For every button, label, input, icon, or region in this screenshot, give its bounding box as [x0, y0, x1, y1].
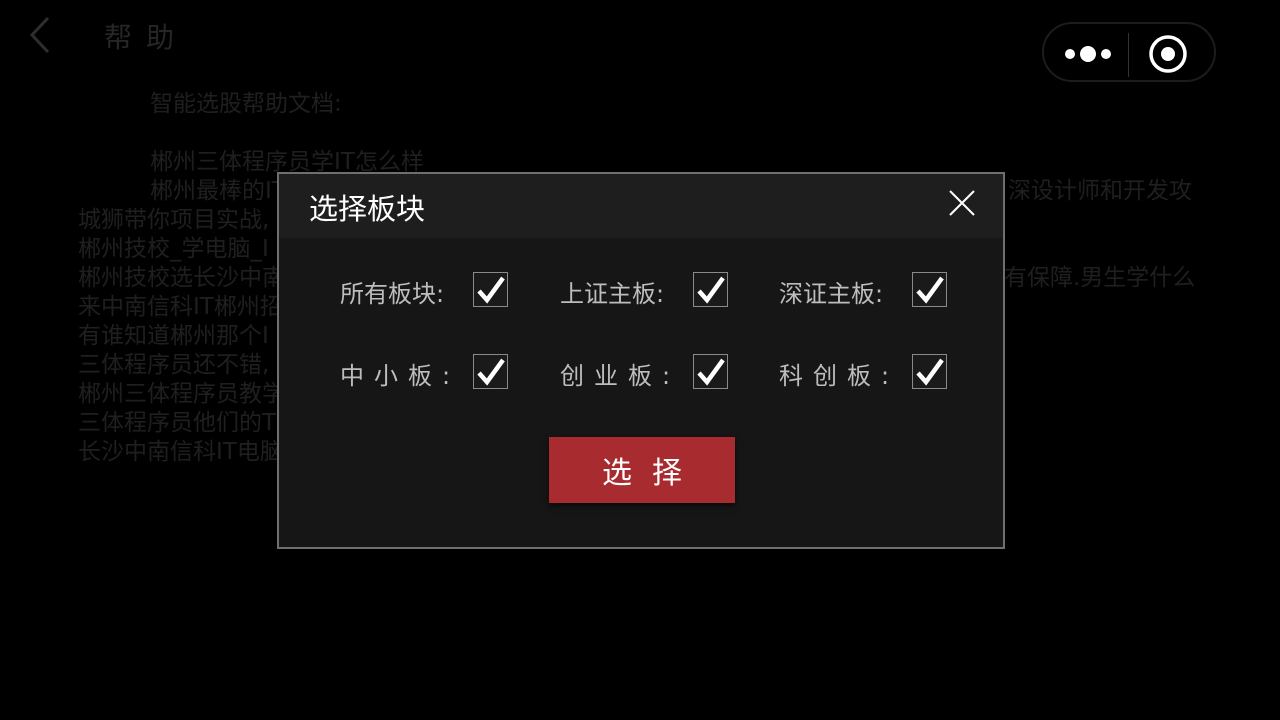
checkmark-icon — [477, 358, 505, 386]
help-page: 帮助 智能选股帮助文档: 郴州三体程序员学IT怎么样 郴州最棒的IT 深设计师和… — [0, 0, 1280, 720]
doc-line: 三体程序员他们的T — [78, 410, 277, 436]
checkbox-sme-board[interactable] — [473, 354, 508, 389]
checkmark-icon — [697, 276, 725, 304]
checkbox-star-board[interactable] — [912, 354, 947, 389]
doc-line: 郴州技校选长沙中南 — [78, 265, 285, 291]
doc-line: 郴州三体程序员教学 — [78, 381, 285, 407]
dialog-header: 选择板块 — [279, 174, 1003, 238]
doc-line: 郴州最棒的IT — [150, 178, 286, 204]
checkbox-chinext-board[interactable] — [693, 354, 728, 389]
doc-line: 深设计师和开发攻 — [1008, 178, 1192, 204]
option-sme-board: 中小板: — [340, 354, 520, 392]
option-all-boards: 所有板块: — [340, 272, 520, 310]
doc-line: 城狮带你项目实战, — [78, 207, 270, 233]
option-label: 科创板: — [779, 362, 900, 390]
checkmark-icon — [916, 358, 944, 386]
doc-line: 长沙中南信科IT电脑 — [78, 439, 283, 465]
capsule-divider — [1128, 33, 1129, 77]
option-star-board: 科创板: — [779, 354, 959, 392]
doc-line: 来中南信科IT郴州招 — [78, 294, 283, 320]
option-label: 深证主板: — [779, 280, 884, 308]
select-board-dialog: 选择板块 所有板块: 上证主板: 深证主板: 中小板: 创业板: 科创板: 选择 — [277, 172, 1005, 549]
option-chinext-board: 创业板: — [560, 354, 740, 392]
checkmark-icon — [697, 358, 725, 386]
option-sz-main-board: 深证主板: — [779, 272, 959, 310]
close-miniprogram-button[interactable] — [1130, 24, 1214, 80]
option-label: 创业板: — [560, 362, 681, 390]
chevron-left-icon — [29, 16, 50, 54]
page-title: 帮助 — [104, 21, 189, 54]
close-icon — [949, 190, 975, 216]
select-button[interactable]: 选择 — [549, 437, 735, 503]
mini-program-capsule — [1042, 22, 1216, 82]
option-label: 上证主板: — [560, 280, 665, 308]
checkbox-sh-main-board[interactable] — [693, 272, 728, 307]
option-label: 中小板: — [340, 362, 461, 390]
dialog-title: 选择板块 — [309, 192, 426, 226]
doc-heading: 智能选股帮助文档: — [150, 91, 342, 117]
close-button[interactable] — [947, 188, 977, 218]
doc-line: 郴州技校_学电脑_I — [78, 236, 269, 262]
doc-line: 三体程序员还不错, — [78, 352, 270, 378]
checkbox-all-boards[interactable] — [473, 272, 508, 307]
doc-line: 有谁知道郴州那个I — [78, 323, 269, 349]
checkbox-sz-main-board[interactable] — [912, 272, 947, 307]
checkmark-icon — [477, 276, 505, 304]
back-button[interactable] — [26, 14, 60, 56]
doc-line: 有保障.男生学什么 — [1004, 265, 1196, 291]
target-icon — [1149, 35, 1187, 73]
more-dots-icon — [1065, 46, 1111, 62]
option-sh-main-board: 上证主板: — [560, 272, 740, 310]
option-label: 所有板块: — [340, 280, 445, 308]
more-button[interactable] — [1044, 24, 1128, 80]
checkmark-icon — [916, 276, 944, 304]
